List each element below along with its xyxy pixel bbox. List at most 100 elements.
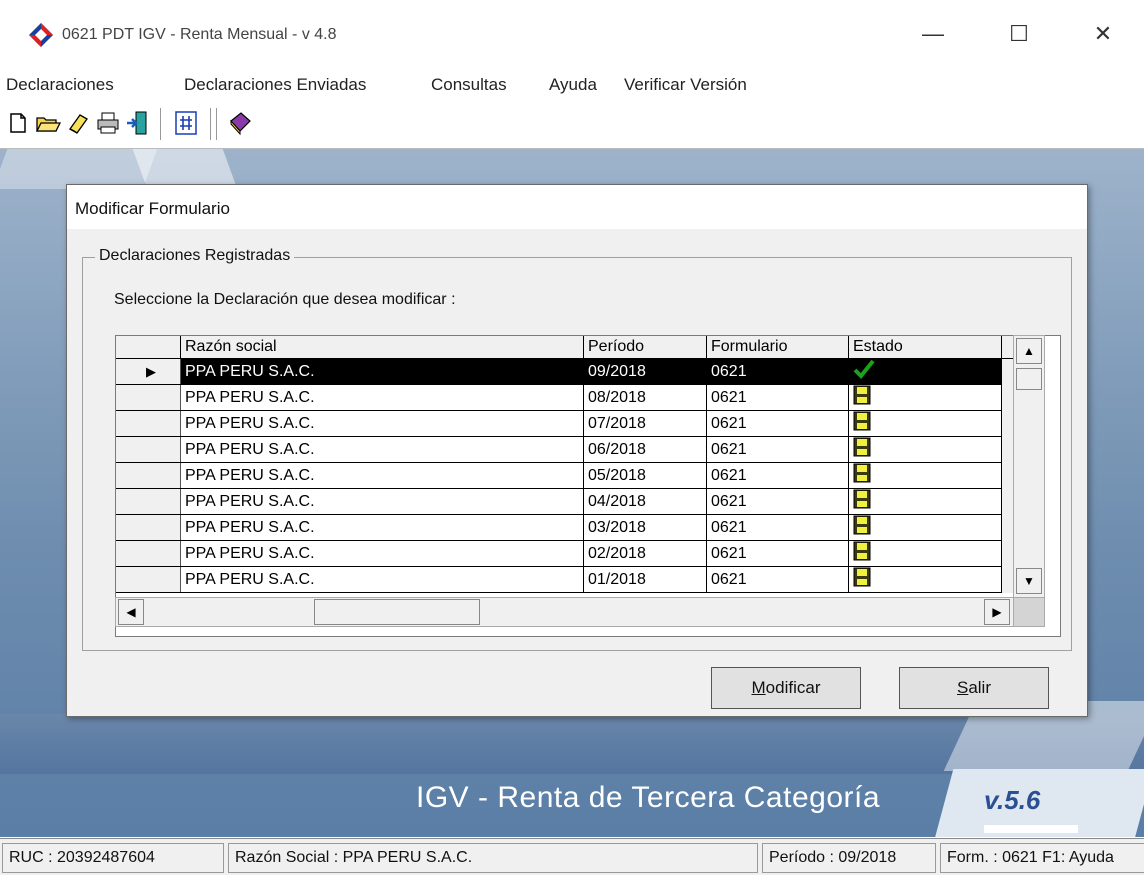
cell-periodo: 02/2018 xyxy=(583,540,707,567)
cell-estado xyxy=(848,410,1002,437)
cell-periodo: 06/2018 xyxy=(583,436,707,463)
exit-button-label: alir xyxy=(968,678,991,697)
exit-door-icon[interactable] xyxy=(124,109,152,137)
table-row[interactable]: PPA PERU S.A.C. 06/2018 0621 xyxy=(116,436,1037,463)
groupbox-label: Declaraciones Registradas xyxy=(95,247,295,265)
modify-button-label: odificar xyxy=(765,678,821,697)
cell-estado xyxy=(848,540,1002,567)
row-indicator[interactable] xyxy=(116,410,181,437)
cell-estado xyxy=(848,514,1002,541)
menu-declaraciones-enviadas[interactable]: Declaraciones Enviadas xyxy=(184,75,366,95)
scroll-right-arrow-icon[interactable]: ▶ xyxy=(984,599,1010,625)
cell-razon-social: PPA PERU S.A.C. xyxy=(180,488,584,515)
table-row[interactable]: PPA PERU S.A.C. 03/2018 0621 xyxy=(116,514,1037,541)
cell-formulario: 0621 xyxy=(706,514,849,541)
floppy-icon xyxy=(853,463,871,483)
column-header-razon[interactable]: Razón social xyxy=(180,336,584,359)
vertical-scroll-thumb[interactable] xyxy=(1016,368,1042,390)
table-row[interactable]: ▶ PPA PERU S.A.C. 09/2018 0621 xyxy=(116,358,1037,385)
cell-razon-social: PPA PERU S.A.C. xyxy=(180,540,584,567)
help-book-icon[interactable] xyxy=(226,109,254,137)
cell-estado xyxy=(848,358,1002,385)
declarations-grid[interactable]: Razón social Período Formulario Estado ▶… xyxy=(115,335,1061,637)
cell-formulario: 0621 xyxy=(706,488,849,515)
eraser-icon[interactable] xyxy=(64,109,92,137)
table-row[interactable]: PPA PERU S.A.C. 01/2018 0621 xyxy=(116,566,1037,593)
menu-ayuda[interactable]: Ayuda xyxy=(549,75,597,95)
column-header-estado[interactable]: Estado xyxy=(848,336,1002,359)
row-indicator[interactable] xyxy=(116,462,181,489)
dialog-title-bar: Modificar Formulario xyxy=(67,185,1087,229)
cell-estado xyxy=(848,462,1002,489)
cell-razon-social: PPA PERU S.A.C. xyxy=(180,462,584,489)
cell-periodo: 07/2018 xyxy=(583,410,707,437)
row-indicator[interactable] xyxy=(116,566,181,593)
table-row[interactable]: PPA PERU S.A.C. 05/2018 0621 xyxy=(116,462,1037,489)
table-row[interactable]: PPA PERU S.A.C. 02/2018 0621 xyxy=(116,540,1037,567)
scroll-left-arrow-icon[interactable]: ◀ xyxy=(118,599,144,625)
status-ruc: RUC : 20392487604 xyxy=(2,843,224,873)
cell-formulario: 0621 xyxy=(706,384,849,411)
banner-title: IGV - Renta de Tercera Categoría xyxy=(416,781,881,814)
menu-consultas[interactable]: Consultas xyxy=(431,75,507,95)
row-indicator[interactable] xyxy=(116,384,181,411)
horizontal-scroll-thumb[interactable] xyxy=(314,599,480,625)
close-button[interactable]: ✕ xyxy=(1080,14,1126,54)
vertical-scrollbar[interactable]: ▲ ▼ xyxy=(1013,335,1045,599)
row-indicator[interactable]: ▶ xyxy=(116,358,181,385)
exit-button-hotkey: S xyxy=(956,678,969,697)
modify-button[interactable]: Modificar xyxy=(711,667,861,709)
toolbar-separator xyxy=(160,108,164,140)
grid-indicator-header xyxy=(116,336,181,359)
cell-periodo: 09/2018 xyxy=(583,358,707,385)
row-indicator[interactable] xyxy=(116,436,181,463)
menu-bar: Declaraciones Declaraciones Enviadas Con… xyxy=(0,72,1144,100)
floppy-icon xyxy=(853,567,871,587)
dialog-title: Modificar Formulario xyxy=(75,199,230,218)
menu-declaraciones[interactable]: Declaraciones xyxy=(6,75,114,95)
modify-form-dialog: Modificar Formulario Declaraciones Regis… xyxy=(66,184,1088,717)
floppy-icon xyxy=(853,515,871,535)
toolbar xyxy=(0,100,1144,149)
scroll-up-arrow-icon[interactable]: ▲ xyxy=(1016,338,1042,364)
cell-estado xyxy=(848,436,1002,463)
scrollbar-corner xyxy=(1013,597,1045,627)
version-underline xyxy=(984,825,1078,833)
table-row[interactable]: PPA PERU S.A.C. 04/2018 0621 xyxy=(116,488,1037,515)
cell-formulario: 0621 xyxy=(706,462,849,489)
cell-estado xyxy=(848,384,1002,411)
status-razon-social: Razón Social : PPA PERU S.A.C. xyxy=(228,843,758,873)
horizontal-scrollbar[interactable]: ◀ ▶ xyxy=(115,597,1015,627)
row-indicator[interactable] xyxy=(116,540,181,567)
floppy-icon xyxy=(853,385,871,405)
app-logo-icon xyxy=(28,22,54,48)
print-icon[interactable] xyxy=(94,109,122,137)
toolbar-separator xyxy=(210,108,214,140)
row-indicator[interactable] xyxy=(116,514,181,541)
modify-button-hotkey: M xyxy=(751,678,766,697)
table-row[interactable]: PPA PERU S.A.C. 07/2018 0621 xyxy=(116,410,1037,437)
cell-razon-social: PPA PERU S.A.C. xyxy=(180,514,584,541)
maximize-button[interactable]: ☐ xyxy=(996,14,1042,54)
open-folder-icon[interactable] xyxy=(34,109,62,137)
status-periodo: Período : 09/2018 xyxy=(762,843,936,873)
status-bar: RUC : 20392487604 Razón Social : PPA PER… xyxy=(0,838,1144,875)
cell-periodo: 04/2018 xyxy=(583,488,707,515)
table-row[interactable]: PPA PERU S.A.C. 08/2018 0621 xyxy=(116,384,1037,411)
floppy-icon xyxy=(853,489,871,509)
window-title: 0621 PDT IGV - Renta Mensual - v 4.8 xyxy=(62,26,337,43)
cell-estado xyxy=(848,488,1002,515)
exit-button[interactable]: Salir xyxy=(899,667,1049,709)
menu-verificar-version[interactable]: Verificar Versión xyxy=(624,75,747,95)
column-header-formulario[interactable]: Formulario xyxy=(706,336,849,359)
calculator-icon[interactable] xyxy=(172,109,200,137)
background-shape xyxy=(0,149,158,189)
column-header-periodo[interactable]: Período xyxy=(583,336,707,359)
minimize-button[interactable]: — xyxy=(910,14,956,54)
cell-razon-social: PPA PERU S.A.C. xyxy=(180,410,584,437)
new-file-icon[interactable] xyxy=(4,109,32,137)
cell-formulario: 0621 xyxy=(706,358,849,385)
row-indicator[interactable] xyxy=(116,488,181,515)
scroll-down-arrow-icon[interactable]: ▼ xyxy=(1016,568,1042,594)
cell-formulario: 0621 xyxy=(706,566,849,593)
